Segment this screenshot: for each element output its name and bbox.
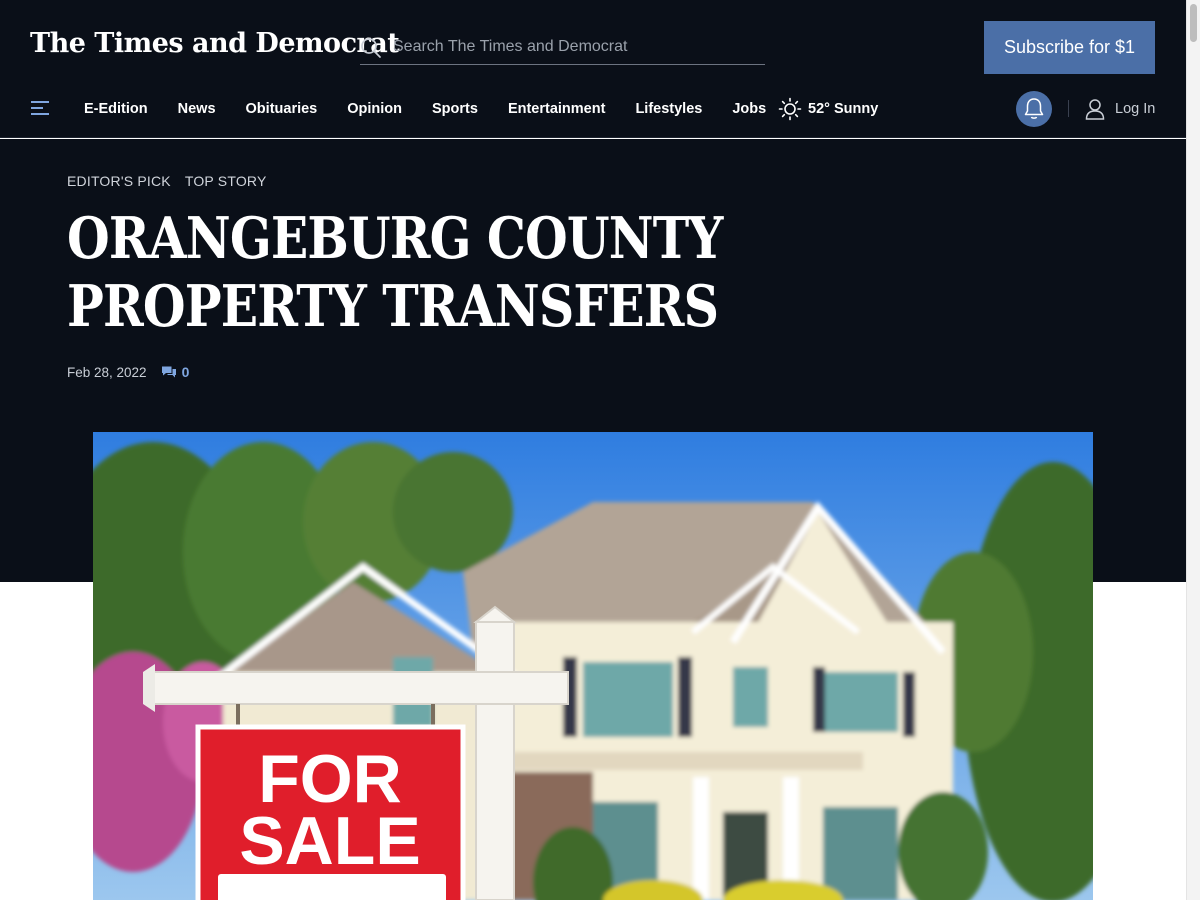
weather-widget[interactable]: 52° Sunny bbox=[778, 97, 878, 121]
site-logo[interactable]: The Times and Democrat bbox=[30, 28, 400, 59]
bell-icon bbox=[1024, 98, 1044, 119]
search-input[interactable] bbox=[393, 34, 753, 60]
nav-item-obituaries[interactable]: Obituaries bbox=[246, 101, 318, 117]
article-meta: Feb 28, 2022 0 bbox=[67, 364, 189, 380]
nav-item-opinion[interactable]: Opinion bbox=[347, 101, 402, 117]
article-photo[interactable]: FOR SALE bbox=[93, 432, 1093, 900]
nav-item-entertainment[interactable]: Entertainment bbox=[508, 101, 606, 117]
article-tags: EDITOR'S PICK TOP STORY bbox=[67, 173, 267, 189]
nav-item-sports[interactable]: Sports bbox=[432, 101, 478, 117]
search-bar[interactable] bbox=[360, 30, 765, 65]
hamburger-menu-icon[interactable] bbox=[30, 99, 50, 117]
user-icon bbox=[1085, 99, 1105, 120]
weather-label: 52° Sunny bbox=[808, 101, 879, 117]
site-header: The Times and Democrat Subscribe for $1 … bbox=[0, 0, 1186, 138]
notifications-button[interactable] bbox=[1016, 91, 1052, 127]
nav-item-e-edition[interactable]: E-Edition bbox=[84, 101, 148, 117]
article-headline: ORANGEBURG COUNTY PROPERTY TRANSFERS bbox=[67, 205, 723, 340]
main-nav: E-Edition News Obituaries Opinion Sports… bbox=[0, 88, 1186, 130]
login-button[interactable]: Log In bbox=[1085, 98, 1155, 120]
nav-item-lifestyles[interactable]: Lifestyles bbox=[635, 101, 702, 117]
sun-icon bbox=[778, 97, 802, 121]
house-for-sale-image: FOR SALE bbox=[93, 432, 1093, 900]
nav-item-jobs[interactable]: Jobs bbox=[732, 101, 766, 117]
nav-divider bbox=[1068, 100, 1069, 117]
article-date: Feb 28, 2022 bbox=[67, 364, 147, 380]
tag-top-story[interactable]: TOP STORY bbox=[185, 173, 267, 189]
search-icon[interactable] bbox=[360, 37, 382, 59]
comment-icon bbox=[161, 366, 176, 378]
scrollbar-thumb[interactable] bbox=[1190, 4, 1197, 42]
nav-item-news[interactable]: News bbox=[178, 101, 216, 117]
nav-items: E-Edition News Obituaries Opinion Sports… bbox=[84, 101, 766, 117]
comment-count: 0 bbox=[181, 364, 190, 380]
tag-editors-pick[interactable]: EDITOR'S PICK bbox=[67, 173, 171, 189]
page-scrollbar[interactable] bbox=[1186, 0, 1200, 900]
comments-link[interactable]: 0 bbox=[161, 364, 190, 380]
subscribe-button[interactable]: Subscribe for $1 bbox=[984, 21, 1155, 74]
login-label: Log In bbox=[1115, 101, 1156, 117]
sign-text-sale: SALE bbox=[239, 803, 420, 879]
